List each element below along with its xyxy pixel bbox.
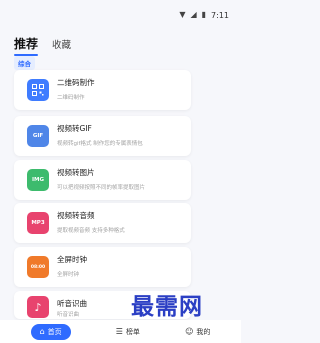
- status-time: 7:11: [211, 10, 229, 20]
- list-icon: ☰: [115, 326, 123, 336]
- user-icon: ☺: [185, 326, 194, 336]
- tab-favorites[interactable]: 收藏: [52, 37, 71, 52]
- nav-label: 榜单: [125, 327, 140, 336]
- gif-icon: GIF: [27, 125, 49, 147]
- mp3-icon: MP3: [27, 212, 49, 234]
- card-subtitle: 提取视频音频 支持多种格式: [57, 228, 125, 234]
- card-subtitle: 听音识曲: [57, 312, 80, 318]
- nav-label: 我的: [196, 327, 211, 336]
- battery-icon: ▮: [201, 10, 207, 19]
- card-title: 视频转图片: [57, 168, 95, 177]
- nav-label: 首页: [47, 327, 62, 336]
- card-title: 视频转GIF: [57, 124, 92, 133]
- tool-card-video-to-image[interactable]: IMG 视频转图片 可以把视频按照不同的帧率提取图片: [14, 160, 191, 200]
- card-subtitle: 二维码制作: [57, 95, 85, 101]
- card-title: 听音识曲: [57, 299, 87, 308]
- signal-icon: ◢: [190, 10, 197, 19]
- wifi-icon: ▼: [179, 10, 186, 19]
- tool-card-fullscreen-clock[interactable]: 08:00 全屏时钟 全屏时钟: [14, 247, 191, 287]
- nav-home[interactable]: ⌂ 首页: [30, 323, 71, 340]
- music-icon: ♪: [27, 296, 49, 318]
- card-title: 全屏时钟: [57, 255, 87, 264]
- clock-icon: 08:00: [27, 256, 49, 278]
- watermark: 最需网: [131, 293, 203, 320]
- card-subtitle: 全屏时钟: [57, 272, 80, 278]
- qr-code-icon: [27, 79, 49, 101]
- top-tabs: 推荐 收藏: [14, 30, 71, 56]
- image-icon: IMG: [27, 169, 49, 191]
- tab-recommend[interactable]: 推荐: [14, 35, 39, 56]
- status-bar: ▼ ◢ ▮ 7:11: [0, 0, 241, 30]
- card-title: 二维码制作: [57, 78, 95, 87]
- tool-card-video-to-audio[interactable]: MP3 视频转音频 提取视频音频 支持多种格式: [14, 203, 191, 243]
- tool-card-qr-code[interactable]: 二维码制作 二维码制作: [14, 70, 191, 110]
- card-title: 视频转音频: [57, 211, 95, 220]
- card-subtitle: 可以把视频按照不同的帧率提取图片: [57, 185, 146, 191]
- bottom-nav: ⌂ 首页 ☰ 榜单 ☺ 我的: [0, 320, 241, 343]
- card-subtitle: 视频转gif格式 制作您的专属表情包: [57, 141, 143, 147]
- category-chip[interactable]: 综合: [14, 56, 35, 70]
- qr-code-icon-graphic: [32, 84, 44, 96]
- home-icon: ⌂: [39, 326, 45, 336]
- nav-ranking[interactable]: ☰ 榜单: [116, 327, 140, 337]
- nav-profile[interactable]: ☺ 我的: [185, 327, 210, 337]
- tool-card-video-to-gif[interactable]: GIF 视频转GIF 视频转gif格式 制作您的专属表情包: [14, 116, 191, 156]
